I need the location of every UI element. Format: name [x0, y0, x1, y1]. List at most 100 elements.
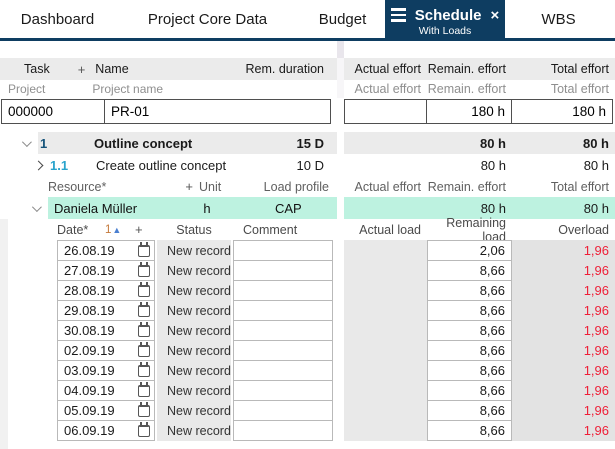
comment-cell[interactable]	[233, 300, 333, 321]
date-cell[interactable]: 29.08.19	[57, 300, 155, 321]
col-actual-effort-label: Actual effort	[354, 62, 421, 76]
comment-cell[interactable]	[233, 280, 333, 301]
date-cell[interactable]: 06.09.19	[57, 420, 155, 441]
menu-icon[interactable]	[390, 8, 406, 22]
calendar-icon[interactable]	[138, 402, 150, 417]
chevron-down-icon[interactable]	[21, 136, 32, 147]
resource-row-daniela-mueller[interactable]: Daniela Müller h CAP 80 h 80 h	[0, 197, 615, 219]
load-row: 26.08.19 New record 2,06 1,96	[0, 240, 615, 261]
calendar-icon[interactable]	[138, 322, 150, 337]
col-actual-effort-label: Actual effort	[354, 179, 421, 194]
calendar-icon[interactable]	[138, 342, 150, 357]
col-task-label: Task	[24, 62, 50, 76]
actual-load-cell	[344, 300, 427, 321]
load-row: 27.08.19 New record 8,66 1,96	[0, 260, 615, 281]
remaining-load-cell[interactable]: 8,66	[427, 280, 512, 301]
comment-cell[interactable]	[233, 400, 333, 421]
overload-cell: 1,96	[512, 260, 615, 281]
tab-dashboard[interactable]: Dashboard	[0, 0, 115, 38]
comment-cell[interactable]	[233, 260, 333, 281]
project-name-input[interactable]: PR-01	[104, 99, 331, 124]
date-cell[interactable]: 30.08.19	[57, 320, 155, 341]
comment-cell[interactable]	[233, 320, 333, 341]
overload-cell: 1,96	[512, 360, 615, 381]
remaining-load-cell[interactable]: 2,06	[427, 240, 512, 261]
load-row: 29.08.19 New record 8,66 1,96	[0, 300, 615, 321]
date-cell[interactable]: 04.09.19	[57, 380, 155, 401]
sort-order-number: 1	[105, 223, 112, 236]
comment-cell[interactable]	[233, 240, 333, 261]
status-cell: New record	[157, 240, 231, 261]
actual-load-cell	[344, 420, 427, 441]
remaining-load-cell[interactable]: 8,66	[427, 260, 512, 281]
tab-wbs[interactable]: WBS	[505, 0, 612, 38]
actual-load-cell	[344, 360, 427, 381]
calendar-icon[interactable]	[138, 282, 150, 297]
chevron-down-icon[interactable]	[31, 201, 42, 212]
date-value: 05.09.19	[64, 403, 115, 418]
date-cell[interactable]: 26.08.19	[57, 240, 155, 261]
comment-cell[interactable]	[233, 420, 333, 441]
left-margin-strip	[0, 219, 8, 449]
status-value: New record	[167, 303, 231, 318]
project-total-effort-input[interactable]: 180 h	[511, 99, 613, 124]
col-total-effort-label: Total effort	[550, 179, 609, 194]
remaining-load-cell[interactable]: 8,66	[427, 340, 512, 361]
status-cell: New record	[157, 280, 231, 301]
project-row: 000000 PR-01 180 h 180 h	[0, 98, 615, 125]
close-icon[interactable]: ×	[490, 8, 499, 23]
sort-indicator[interactable]: 1 ▲	[105, 224, 135, 236]
overload-cell: 1,96	[512, 340, 615, 361]
col-resource-label: Resource*	[48, 179, 107, 194]
task-row-1-1: 1.1 Create outline concept 10 D 80 h 80 …	[0, 154, 615, 176]
date-value: 06.09.19	[64, 423, 115, 438]
comment-cell[interactable]	[233, 340, 333, 361]
chevron-right-icon[interactable]	[33, 160, 44, 170]
calendar-icon[interactable]	[138, 302, 150, 317]
project-remain-effort-input[interactable]: 180 h	[426, 99, 512, 124]
tab-schedule[interactable]: Schedule × With Loads	[385, 0, 505, 41]
add-resource-icon[interactable]: +	[185, 179, 193, 194]
tab-schedule-sublabel: With Loads	[418, 24, 472, 37]
date-cell[interactable]: 03.09.19	[57, 360, 155, 381]
calendar-icon[interactable]	[138, 422, 150, 437]
status-value: New record	[167, 283, 231, 298]
project-id-input[interactable]: 000000	[1, 99, 105, 124]
calendar-icon[interactable]	[138, 382, 150, 397]
overload-cell: 1,96	[512, 300, 615, 321]
remaining-load-cell[interactable]: 8,66	[427, 400, 512, 421]
resource-remain-effort: 80 h	[480, 200, 506, 216]
date-cell[interactable]: 28.08.19	[57, 280, 155, 301]
remaining-load-cell[interactable]: 8,66	[427, 360, 512, 381]
add-task-icon[interactable]: +	[78, 62, 86, 77]
add-load-row-icon[interactable]: +	[135, 222, 149, 237]
col-remain-effort-label: Remain. effort	[427, 179, 506, 194]
remaining-load-cell[interactable]: 8,66	[427, 380, 512, 401]
status-cell: New record	[157, 380, 231, 401]
date-value: 29.08.19	[64, 303, 115, 318]
remaining-load-cell[interactable]: 8,66	[427, 300, 512, 321]
date-cell[interactable]: 02.09.19	[57, 340, 155, 361]
calendar-icon[interactable]	[138, 242, 150, 257]
status-cell: New record	[157, 300, 231, 321]
task-row-1: 1 Outline concept 15 D 80 h 80 h	[0, 132, 615, 154]
status-value: New record	[167, 363, 231, 378]
tab-budget[interactable]: Budget	[300, 0, 385, 38]
remaining-load-cell[interactable]: 8,66	[427, 320, 512, 341]
date-cell[interactable]: 27.08.19	[57, 260, 155, 281]
remaining-load-cell[interactable]: 8,66	[427, 420, 512, 441]
col-unit-label: Unit	[199, 179, 222, 194]
table-subheader-row: Project Project name Actual effort Remai…	[0, 80, 615, 98]
task-number[interactable]: 1.1	[48, 158, 96, 173]
col-rem-duration-label: Rem. duration	[245, 62, 324, 76]
tab-project-core-data[interactable]: Project Core Data	[115, 0, 300, 38]
calendar-icon[interactable]	[138, 362, 150, 377]
task-total-effort: 80 h	[582, 135, 609, 151]
comment-cell[interactable]	[233, 360, 333, 381]
load-row: 28.08.19 New record 8,66 1,96	[0, 280, 615, 301]
comment-cell[interactable]	[233, 380, 333, 401]
actual-load-cell	[344, 400, 427, 421]
date-cell[interactable]: 05.09.19	[57, 400, 155, 421]
calendar-icon[interactable]	[138, 262, 150, 277]
project-actual-effort-input[interactable]	[344, 99, 427, 124]
